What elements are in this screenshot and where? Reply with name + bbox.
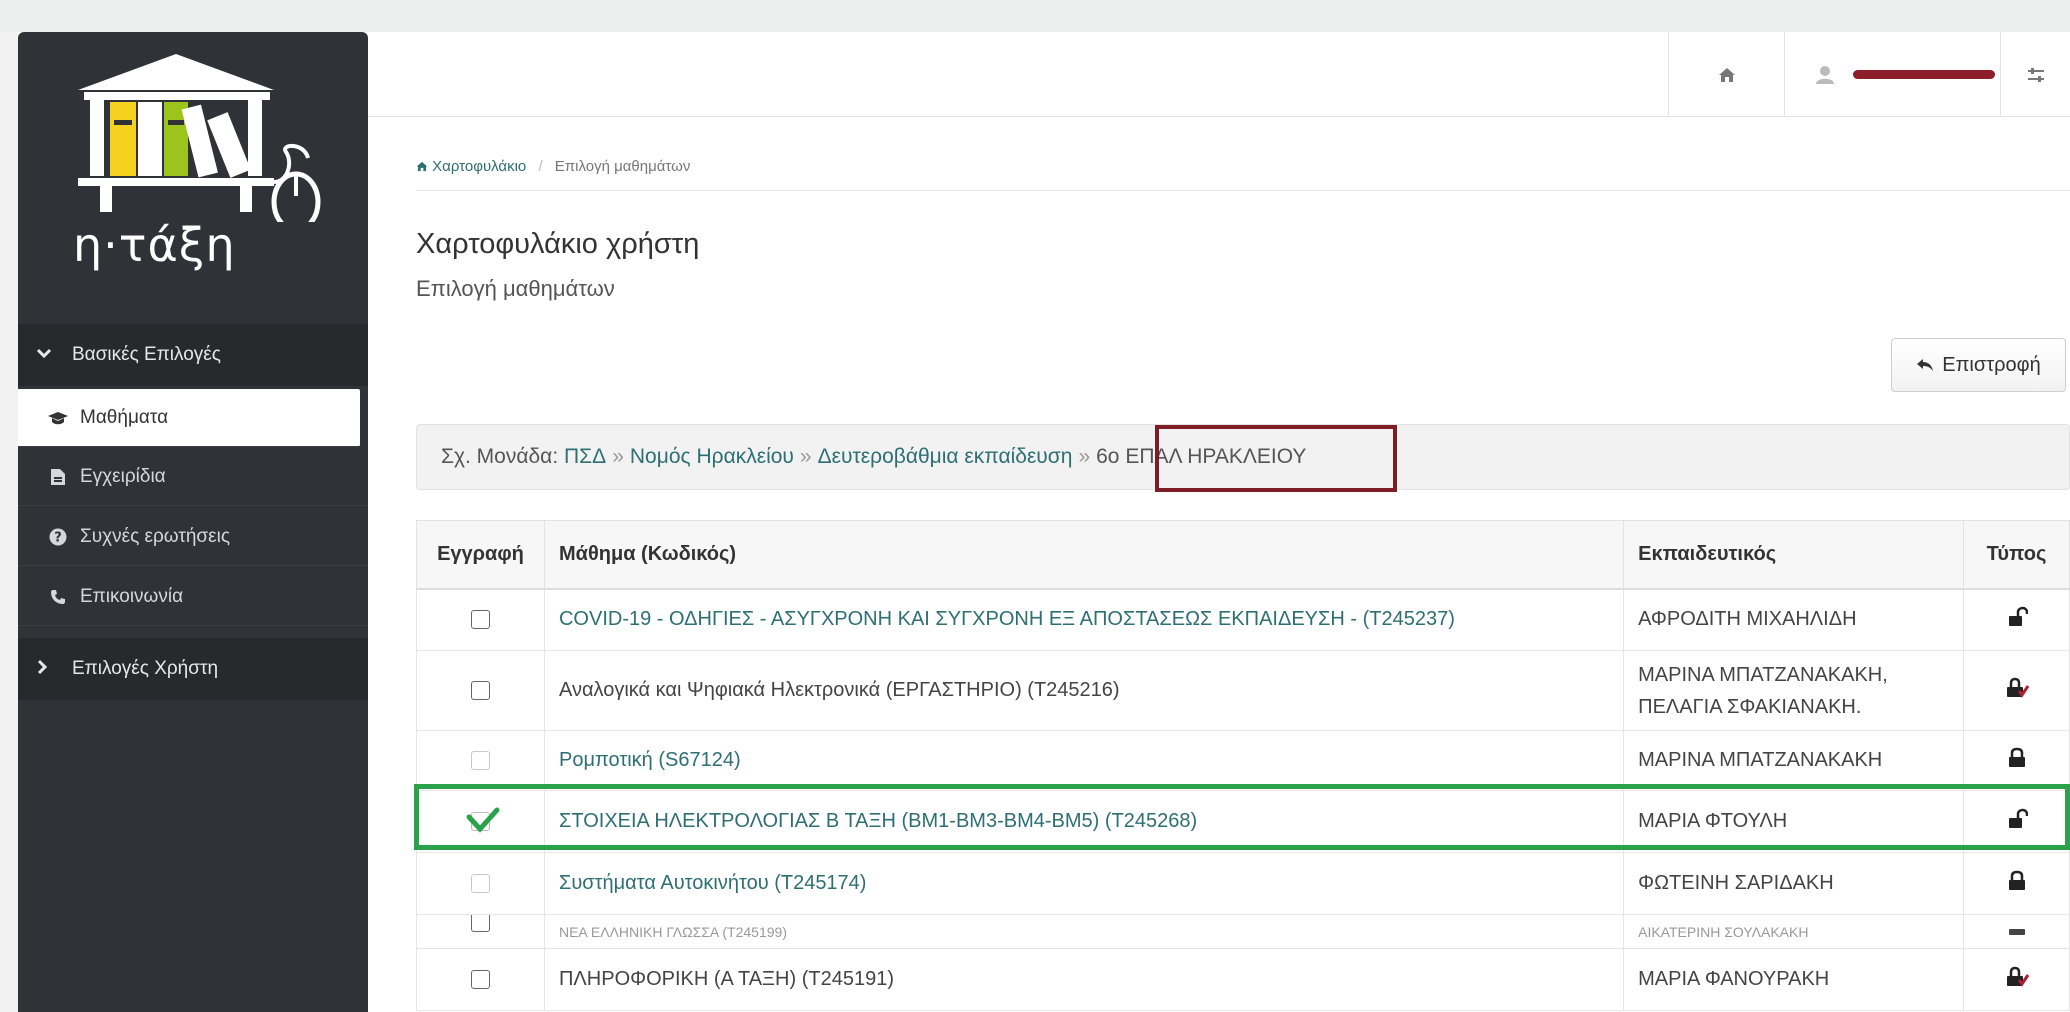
divider <box>416 190 2070 191</box>
sidebar-item-courses[interactable]: Μαθήματα <box>18 389 360 447</box>
sidebar: η·τάξη Βασικές Επιλογές Μαθήματα Εγχειρί… <box>18 32 368 1012</box>
logo[interactable]: η·τάξη <box>18 32 368 324</box>
window-top-strip <box>0 0 2070 32</box>
logo-text: η·τάξη <box>73 218 236 272</box>
top-header <box>368 32 2070 117</box>
lock-icon <box>2008 870 2025 890</box>
column-header-course[interactable]: Μάθημα (Κωδικός) <box>543 520 1625 590</box>
course-name: ΝΕΑ ΕΛΛΗΝΙΚΗ ΓΛΩΣΣΑ (Τ245199) <box>543 914 1625 949</box>
question-circle-icon: ? <box>48 528 68 546</box>
course-link[interactable]: Συστήματα Αυτοκινήτου (T245174) <box>559 872 866 894</box>
school-path-separator: » <box>612 445 624 468</box>
school-path-link-prefecture[interactable]: Νομός Ηρακλείου <box>630 445 794 469</box>
sidebar-item-label: Μαθήματα <box>80 406 169 428</box>
course-name: ΠΛΗΡΟΦΟΡΙΚΗ (Α ΤΑΞΗ) (T245191) <box>543 948 1625 1011</box>
svg-text:?: ? <box>54 530 62 545</box>
lock-icon <box>2008 929 2025 935</box>
course-name: Αναλογικά και Ψηφιακά Ηλεκτρονικά (ΕΡΓΑΣ… <box>543 650 1625 731</box>
phone-icon <box>48 589 68 605</box>
sidebar-item-label: Συχνές ερωτήσεις <box>80 525 231 547</box>
column-header-enroll[interactable]: Εγγραφή <box>416 520 545 590</box>
enroll-checkbox[interactable] <box>470 970 490 990</box>
table-row: COVID-19 - ΟΔΗΓΙΕΣ - ΑΣΥΓΧΡΟΝΗ ΚΑΙ ΣΥΓΧΡ… <box>416 588 2070 651</box>
sidebar-section-user[interactable]: Επιλογές Χρήστη <box>18 638 368 700</box>
column-header-type[interactable]: Τύπος <box>1963 520 2070 590</box>
table-row-partial: ΝΕΑ ΕΛΛΗΝΙΚΗ ΓΛΩΣΣΑ (Τ245199) ΑΙΚΑΤΕΡΙΝΗ… <box>416 914 2070 949</box>
back-button-label: Επιστροφή <box>1942 353 2041 376</box>
sidebar-item-label: Επικοινωνία <box>80 585 184 607</box>
page-subtitle: Επιλογή μαθημάτων <box>416 276 615 301</box>
sidebar-item-label: Εγχειρίδια <box>80 465 166 487</box>
table-row: Συστήματα Αυτοκινήτου (T245174) ΦΩΤΕΙΝΗ … <box>416 852 2070 915</box>
teacher-name: ΑΦΡΟΔΙΤΗ ΜΙΧΑΗΛΙΔΗ <box>1623 588 1964 651</box>
sidebar-item-manuals[interactable]: Εγχειρίδια <box>18 448 368 506</box>
locked-restricted-icon <box>2006 677 2029 698</box>
school-path-separator: » <box>1078 445 1091 468</box>
locked-restricted-icon <box>2006 966 2029 987</box>
table-header-row: Εγγραφή Μάθημα (Κωδικός) Εκπαιδευτικός Τ… <box>416 520 2070 590</box>
page-title: Χαρτοφυλάκιο χρήστη <box>416 228 700 260</box>
sidebar-item-faq[interactable]: ? Συχνές ερωτήσεις <box>18 508 368 566</box>
chevron-right-icon <box>36 659 58 680</box>
sidebar-section-label: Επιλογές Χρήστη <box>72 658 219 679</box>
unlocked-icon <box>2008 606 2028 626</box>
teacher-name: ΑΙΚΑΤΕΡΙΝΗ ΣΟΥΛΑΚΑΚΗ <box>1623 914 1964 949</box>
user-menu[interactable] <box>1784 32 2000 117</box>
logo-icon <box>78 54 321 233</box>
enroll-checkbox-disabled <box>470 874 490 894</box>
breadcrumb-home-link[interactable]: Χαρτοφυλάκιο <box>432 158 526 175</box>
home-icon <box>416 161 428 172</box>
chevron-down-icon <box>36 346 58 364</box>
table-row: Αναλογικά και Ψηφιακά Ηλεκτρονικά (ΕΡΓΑΣ… <box>416 650 2070 731</box>
lock-icon <box>2008 747 2025 767</box>
breadcrumb: Χαρτοφυλάκιο / Επιλογή μαθημάτων <box>416 158 690 175</box>
highlight-box-selected-course <box>414 784 2070 850</box>
settings-icon <box>2027 67 2044 82</box>
sidebar-section-label: Βασικές Επιλογές <box>72 344 221 365</box>
school-path-link-psd[interactable]: ΠΣΔ <box>564 445 606 469</box>
enroll-checkbox[interactable] <box>470 681 490 701</box>
enroll-checkbox[interactable] <box>470 915 490 933</box>
course-link[interactable]: COVID-19 - ΟΔΗΓΙΕΣ - ΑΣΥΓΧΡΟΝΗ ΚΑΙ ΣΥΓΧΡ… <box>559 608 1455 630</box>
teacher-name: ΜΑΡΙΝΑ ΜΠΑΤΖΑΝΑΚΑΚΗ <box>1623 730 1964 791</box>
table-row: ΠΛΗΡΟΦΟΡΙΚΗ (Α ΤΑΞΗ) (T245191) ΜΑΡΙΑ ΦΑΝ… <box>416 948 2070 1011</box>
school-path-prefix: Σχ. Μονάδα: <box>441 445 559 468</box>
courses-table: Εγγραφή Μάθημα (Κωδικός) Εκπαιδευτικός Τ… <box>416 520 2070 1011</box>
course-link[interactable]: Ρομποτική (S67124) <box>559 749 741 771</box>
school-path-link-secondary[interactable]: Δευτεροβάθμια εκπαίδευση <box>818 445 1073 469</box>
teacher-name: ΜΑΡΙΑ ΦΑΝΟΥΡΑΚΗ <box>1623 948 1964 1011</box>
username-redacted <box>1853 70 1995 79</box>
enroll-checkbox[interactable] <box>470 610 490 630</box>
highlight-box-school <box>1155 425 1397 492</box>
back-button[interactable]: Επιστροφή <box>1891 338 2066 392</box>
table-row: Ρομποτική (S67124) ΜΑΡΙΝΑ ΜΠΑΤΖΑΝΑΚΑΚΗ <box>416 730 2070 791</box>
home-icon <box>1718 67 1735 82</box>
file-icon <box>48 468 68 486</box>
teacher-name: ΦΩΤΕΙΝΗ ΣΑΡΙΔΑΚΗ <box>1623 852 1964 915</box>
reply-icon <box>1916 358 1934 372</box>
school-path-separator: » <box>799 445 812 468</box>
sidebar-section-basic[interactable]: Βασικές Επιλογές <box>18 324 368 386</box>
enroll-checkbox-disabled <box>470 751 490 771</box>
user-icon <box>1816 65 1834 84</box>
window-left-strip <box>0 32 18 1012</box>
home-button[interactable] <box>1668 32 1784 117</box>
teacher-name: ΜΑΡΙΝΑ ΜΠΑΤΖΑΝΑΚΑΚΗ, ΠΕΛΑΓΙΑ ΣΦΑΚΙΑΝΑΚΗ. <box>1623 650 1964 731</box>
settings-button[interactable] <box>2000 32 2070 117</box>
breadcrumb-separator: / <box>538 158 543 175</box>
breadcrumb-current: Επιλογή μαθημάτων <box>554 158 691 175</box>
sidebar-item-contact[interactable]: Επικοινωνία <box>18 568 368 626</box>
column-header-teacher[interactable]: Εκπαιδευτικός <box>1623 520 1964 590</box>
graduation-cap-icon <box>48 410 68 426</box>
